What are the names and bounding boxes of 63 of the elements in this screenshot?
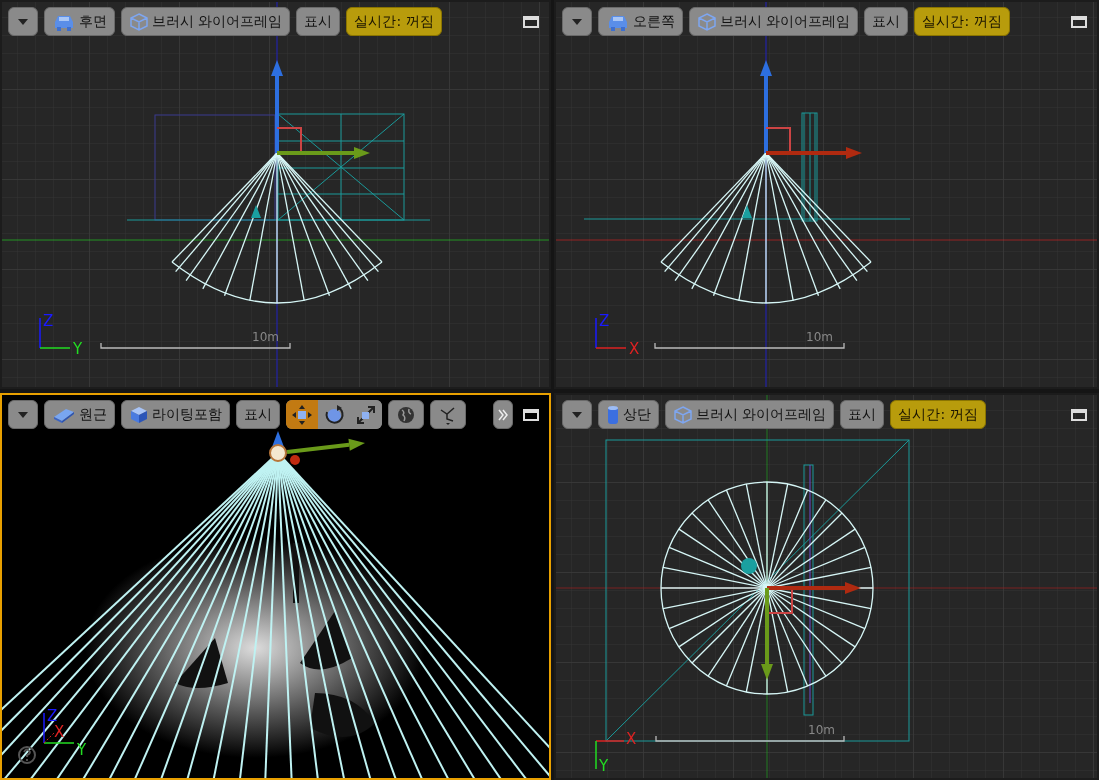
cube-icon — [129, 404, 149, 425]
x-axis-handle[interactable] — [290, 455, 300, 465]
gizmo-plane-handle[interactable] — [766, 587, 793, 614]
viewport-options-button[interactable] — [8, 400, 38, 429]
axis-label: X — [626, 730, 637, 748]
view-type-button[interactable]: 오른쪽 — [598, 7, 683, 36]
view-mode-button[interactable]: 라이팅포함 — [121, 400, 230, 429]
viewport-options-button[interactable] — [8, 7, 38, 36]
spot-light-icon[interactable] — [269, 444, 287, 462]
wireframe-cube-icon — [673, 404, 693, 425]
coordinate-space-button[interactable] — [388, 400, 424, 429]
caret-icon — [571, 17, 583, 26]
scale-icon — [355, 403, 377, 426]
realtime-button[interactable]: 실시간: 꺼짐 — [346, 7, 442, 36]
toolbar-overflow-button[interactable] — [493, 400, 513, 429]
maximize-icon — [523, 408, 539, 421]
realtime-button[interactable]: 실시간: 꺼짐 — [914, 7, 1010, 36]
axis-label: Z — [43, 312, 54, 330]
view-type-button[interactable]: 상단 — [598, 400, 659, 429]
gizmo-plane-handle[interactable] — [765, 127, 791, 154]
help-icon[interactable] — [18, 746, 36, 764]
axis-label: Z — [599, 312, 610, 330]
scale-label: 10m — [806, 330, 833, 344]
surface-snap-button[interactable] — [430, 400, 466, 429]
caret-icon — [17, 410, 29, 419]
view-mode-button[interactable]: 브러시 와이어프레임 — [689, 7, 859, 36]
view-type-button[interactable]: 원근 — [44, 400, 115, 429]
y-axis-arrow[interactable] — [286, 438, 365, 454]
wireframe-cube-icon — [697, 11, 717, 32]
scale-label: 10m — [808, 723, 835, 737]
view-type-button[interactable]: 후면 — [44, 7, 115, 36]
chevrons-icon — [498, 408, 508, 421]
viewport-options-button[interactable] — [562, 400, 592, 429]
show-button[interactable]: 표시 — [864, 7, 909, 36]
rotate-icon — [323, 403, 345, 426]
viewport-options-button[interactable] — [562, 7, 592, 36]
view-mode-button[interactable]: 브러시 와이어프레임 — [121, 7, 291, 36]
maximize-icon — [1071, 15, 1087, 28]
axis-label: Y — [77, 741, 87, 759]
realtime-button[interactable]: 실시간: 꺼짐 — [890, 400, 986, 429]
move-tool-button[interactable] — [286, 400, 318, 429]
gizmo-plane-handle[interactable] — [276, 127, 302, 154]
axis-label: X — [629, 340, 640, 358]
y-axis-arrow[interactable] — [761, 588, 773, 680]
view-mode-button[interactable]: 브러시 와이어프레임 — [665, 400, 835, 429]
cylinder-icon — [606, 403, 620, 426]
show-button[interactable]: 표시 — [296, 7, 341, 36]
maximize-icon — [523, 15, 539, 28]
axis-label: Y — [599, 757, 609, 775]
maximize-icon — [1071, 408, 1087, 421]
cone-marker-drawing — [741, 558, 757, 574]
show-button[interactable]: 표시 — [236, 400, 280, 429]
axis-label: X — [54, 723, 65, 741]
caret-icon — [571, 410, 583, 419]
show-button[interactable]: 표시 — [840, 400, 885, 429]
move-icon — [291, 403, 313, 426]
axis-indicator-drawing — [595, 740, 625, 770]
wireframe-cube-icon — [129, 11, 149, 32]
globe-icon — [396, 404, 416, 425]
axis-label: Z — [47, 707, 58, 725]
axis-label: Y — [73, 340, 83, 358]
caret-icon — [17, 17, 29, 26]
x-axis-arrow[interactable] — [767, 582, 861, 594]
